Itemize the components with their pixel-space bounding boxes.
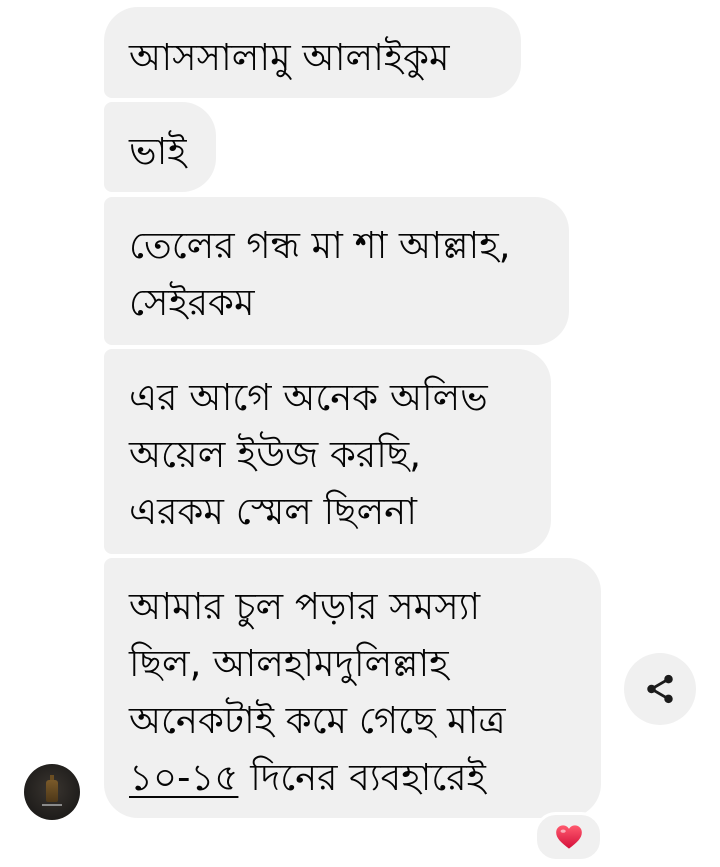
oil-bottle-avatar-icon bbox=[46, 780, 58, 802]
share-icon bbox=[647, 674, 673, 704]
message-text-line: ১০-১৫ দিনের ব্যবহারেই bbox=[129, 749, 575, 806]
message-text-line: সেইরকম bbox=[129, 281, 255, 324]
message-text-line: এর আগে অনেক অলিভ bbox=[129, 376, 488, 419]
message-bubble-4[interactable]: এর আগে অনেক অলিভ অয়েল ইউজ করছি, এরকম স্… bbox=[104, 349, 551, 554]
message-text-line: অয়েল ইউজ করছি, bbox=[129, 433, 421, 476]
sender-avatar[interactable] bbox=[24, 764, 80, 820]
message-text: ভাই bbox=[129, 130, 187, 173]
message-text-line: অনেকটাই কমে গেছে মাত্র bbox=[129, 699, 506, 742]
share-button[interactable] bbox=[624, 653, 696, 725]
message-text-line: আমার চুল পড়ার সমস্যা bbox=[129, 585, 481, 628]
message-bubble-5[interactable]: আমার চুল পড়ার সমস্যা ছিল, আলহামদুলিল্লা… bbox=[104, 558, 601, 818]
avatar-caption-bar bbox=[42, 804, 62, 806]
message-text-line: ছিল, আলহামদুলিল্লাহ bbox=[129, 642, 449, 685]
message-bubble-1[interactable]: আসসালামু আলাইকুম bbox=[104, 7, 521, 98]
message-bubble-3[interactable]: তেলের গন্ধ মা শা আল্লাহ, সেইরকম bbox=[104, 197, 569, 345]
message-text-line: এরকম স্মেল ছিলনা bbox=[129, 490, 417, 533]
message-text-line: তেলের গন্ধ মা শা আল্লাহ, bbox=[129, 224, 511, 267]
underlined-number-range: ১০-১৫ bbox=[129, 756, 239, 799]
message-text-tail: দিনের ব্যবহারেই bbox=[238, 756, 486, 799]
heart-icon bbox=[555, 825, 582, 849]
message-text: আসসালামু আলাইকুম bbox=[129, 36, 450, 79]
message-bubble-2[interactable]: ভাই bbox=[104, 102, 216, 192]
reaction-badge[interactable] bbox=[534, 812, 603, 862]
